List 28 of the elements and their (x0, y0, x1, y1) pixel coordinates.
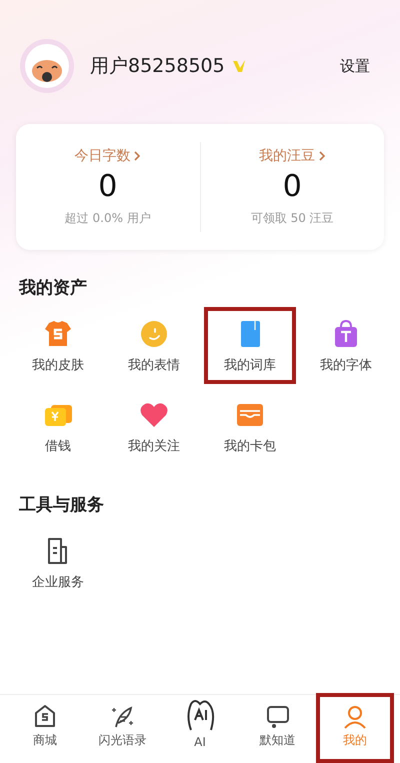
tab[interactable]: 商城 (6, 693, 84, 763)
grid-item[interactable]: 我的皮肤 (12, 307, 104, 384)
tab[interactable]: AI (161, 700, 239, 763)
chat-bubble-icon (264, 703, 291, 729)
grid-item[interactable]: 企业服务 (12, 524, 104, 601)
grid-item[interactable]: 我的关注 (108, 388, 200, 465)
grid-item[interactable]: 我的表情 (108, 307, 200, 384)
chevron-right-icon (318, 150, 326, 162)
shirt-icon (43, 319, 73, 349)
tab[interactable]: 闪光语录 (84, 693, 162, 763)
username: 用户85258505 (90, 54, 225, 79)
grid-item[interactable]: 借钱 (12, 388, 104, 465)
smiley-icon (139, 319, 169, 349)
person-icon (342, 703, 368, 729)
section-title: 我的资产 (19, 277, 88, 299)
stat-note: 可领取 50 汪豆 (250, 210, 334, 227)
grid-item[interactable]: 我的卡包 (204, 388, 296, 465)
tab[interactable]: 默知道 (238, 693, 316, 763)
stat-value: 0 (282, 169, 302, 204)
grid-item[interactable]: 我的字体 (300, 307, 392, 384)
avatar (18, 37, 76, 95)
stat-note: 超过 0.0% 用户 (64, 210, 151, 227)
chevron-right-icon (133, 150, 142, 162)
stat-value: 0 (98, 169, 118, 204)
settings-link[interactable]: 设置 (340, 56, 370, 76)
grid-item[interactable]: 我的词库 (204, 307, 296, 384)
section-title: 工具与服务 (19, 494, 105, 516)
vip-badge-icon (230, 58, 247, 74)
